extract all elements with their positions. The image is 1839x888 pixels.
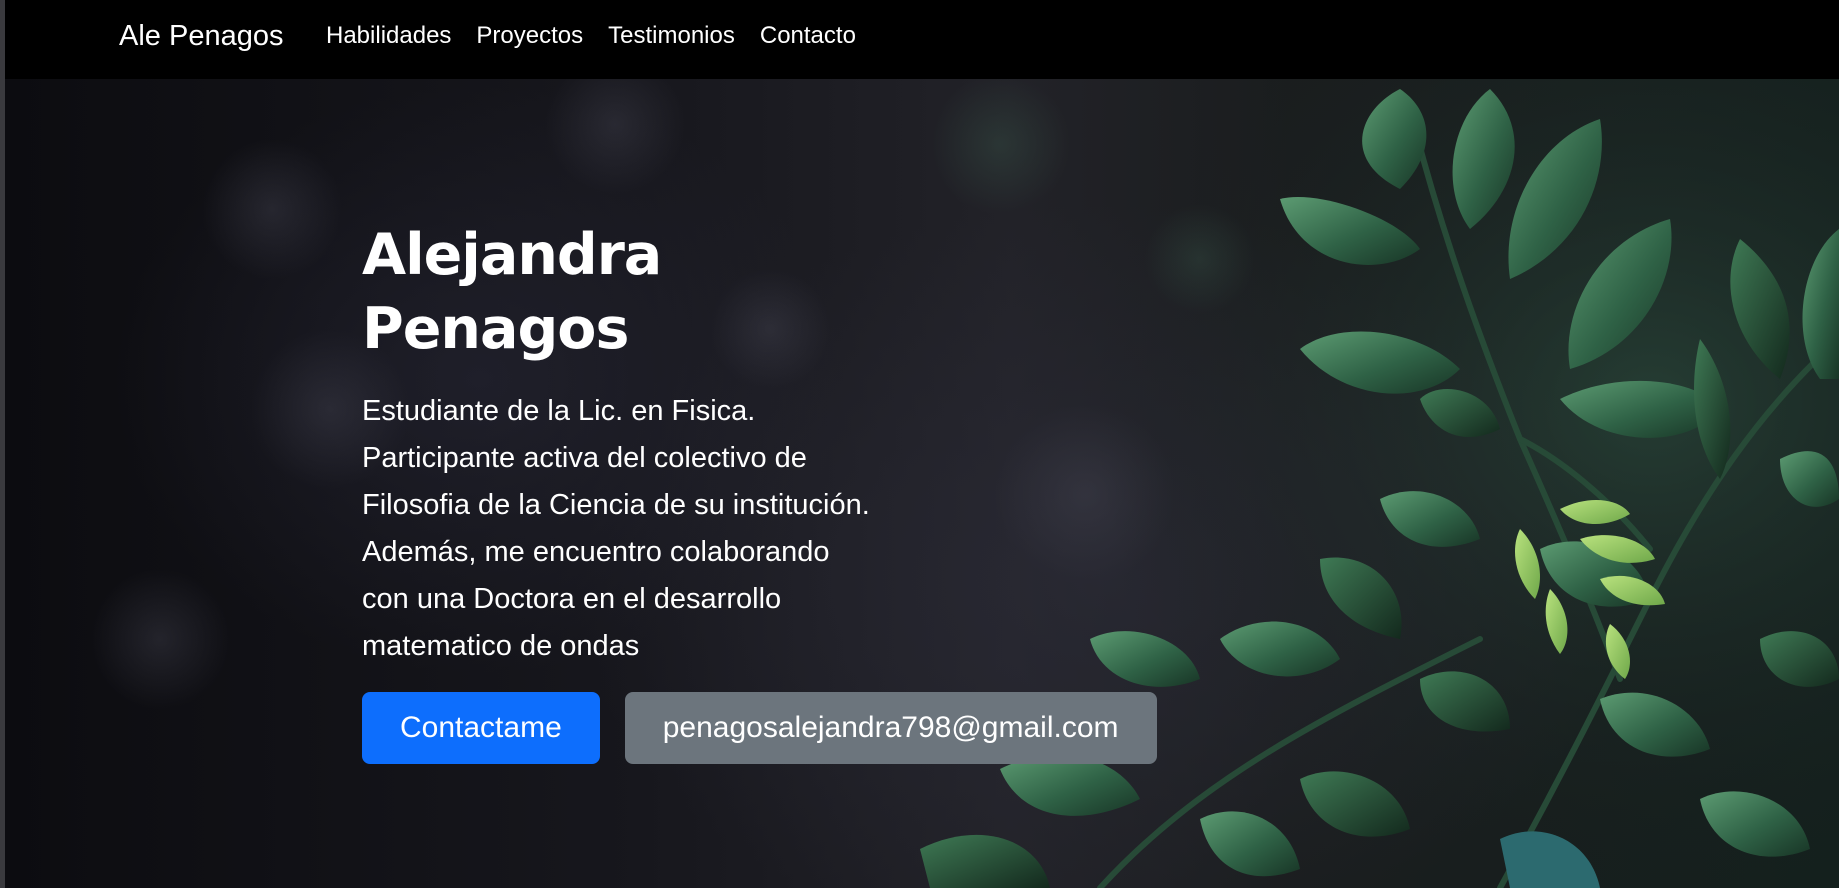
page: Ale Penagos Habilidades Proyectos Testim… (0, 0, 1839, 888)
hero-background-image (90, 79, 1839, 888)
hero-description: Estudiante de la Lic. en Fisica. Partici… (362, 395, 870, 662)
nav-link-contacto[interactable]: Contacto (760, 20, 856, 52)
hero-buttons: Contactame penagosalejandra798@gmail.com (362, 692, 1157, 764)
window-edge (0, 0, 5, 888)
nav-links: Habilidades Proyectos Testimonios Contac… (326, 20, 881, 52)
contact-button[interactable]: Contactame (362, 692, 600, 764)
hero-section: Alejandra Penagos Estudiante de la Lic. … (0, 79, 1839, 888)
navbar: Ale Penagos Habilidades Proyectos Testim… (0, 0, 1839, 79)
hero-content: Alejandra Penagos Estudiante de la Lic. … (362, 218, 1157, 764)
hero-title: Alejandra Penagos (362, 222, 662, 362)
navbar-brand[interactable]: Ale Penagos (119, 17, 283, 55)
nav-link-testimonios[interactable]: Testimonios (608, 20, 735, 52)
nav-link-proyectos[interactable]: Proyectos (476, 20, 583, 52)
nav-link-habilidades[interactable]: Habilidades (326, 20, 451, 52)
email-button[interactable]: penagosalejandra798@gmail.com (624, 692, 1157, 764)
